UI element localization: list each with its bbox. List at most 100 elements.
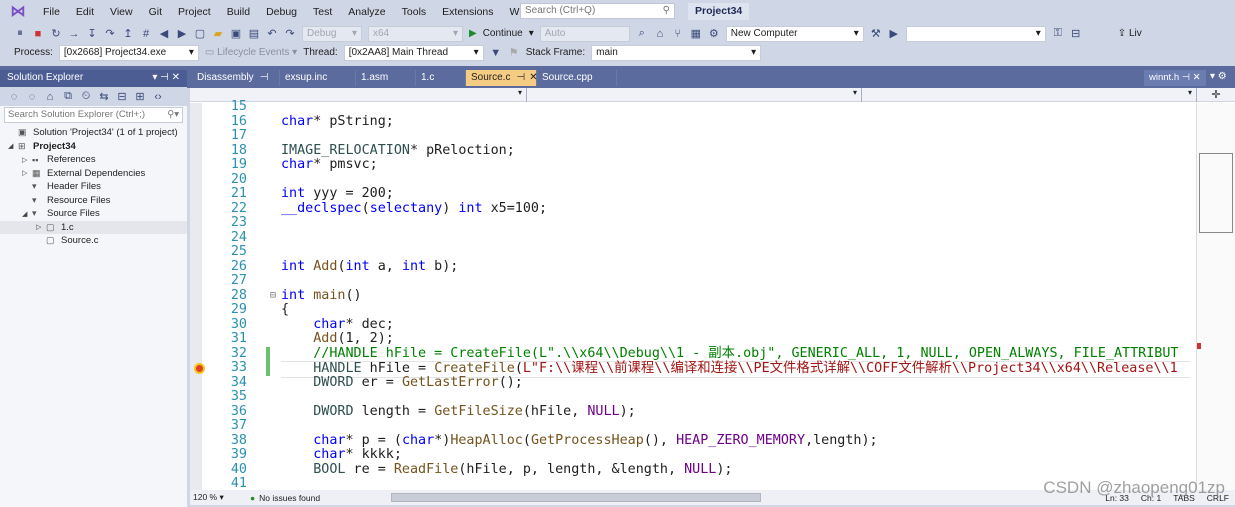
auto-dropdown[interactable]: Auto xyxy=(539,25,630,42)
pending-changes-icon[interactable]: ⏲ xyxy=(80,90,92,103)
menu-edit[interactable]: Edit xyxy=(68,6,102,18)
home-icon[interactable]: ⌂ xyxy=(654,28,666,40)
back-icon[interactable]: ◌ xyxy=(8,91,20,103)
process-dropdown[interactable]: [0x2668] Project34.exe ▾ xyxy=(58,44,199,61)
code-line[interactable]: char* kkkk; xyxy=(281,447,402,463)
scrollbar-map[interactable] xyxy=(1196,103,1235,490)
expander-icon[interactable]: ◢ xyxy=(22,210,32,218)
menu-git[interactable]: Git xyxy=(141,6,170,18)
stack-frame-dropdown[interactable]: main ▾ xyxy=(591,44,762,61)
expander-icon[interactable]: ◢ xyxy=(8,142,18,150)
code-editor[interactable]: ▾ ▾ ▾ ✛ 15 16 char* pString; 17 18 IMAGE_RELO… xyxy=(190,88,1235,490)
remote-icon[interactable]: ⚙ xyxy=(708,27,720,40)
show-next-statement-icon[interactable]: → xyxy=(68,28,80,40)
code-line[interactable]: int main() xyxy=(281,288,362,304)
tree-item[interactable]: ◢ ▾ Source Files xyxy=(0,207,187,221)
forward-icon[interactable]: ▶ xyxy=(176,27,188,40)
hex-icon[interactable]: # xyxy=(140,28,152,40)
menu-view[interactable]: View xyxy=(102,6,141,18)
expander-icon[interactable]: ▷ xyxy=(36,223,46,231)
save-icon[interactable]: ▣ xyxy=(230,27,242,40)
diagnostics-icon[interactable]: ▦ xyxy=(690,27,702,40)
platform-dropdown[interactable]: x64 ▾ xyxy=(368,25,463,42)
code-line[interactable]: IMAGE_RELOCATION* pReloction; xyxy=(281,143,515,159)
menu-analyze[interactable]: Analyze xyxy=(340,6,393,18)
tree-item[interactable]: ▷ ▪▪ References xyxy=(0,153,187,167)
configuration-dropdown[interactable]: Debug ▾ xyxy=(302,25,362,42)
tab-disassembly[interactable]: Disassembly ⊣ xyxy=(192,70,280,86)
menu-project[interactable]: Project xyxy=(170,6,219,18)
tab-winnt-h[interactable]: winnt.h ⊣ ✕ xyxy=(1144,70,1206,86)
undo-icon[interactable]: ↶ xyxy=(266,27,278,40)
fold-toggle-icon[interactable]: ⊟ xyxy=(270,289,276,304)
menu-debug[interactable]: Debug xyxy=(258,6,305,18)
git-changes-icon[interactable]: ⑂ xyxy=(672,28,684,40)
expander-icon[interactable]: ▷ xyxy=(22,156,32,164)
empty-dropdown[interactable]: ▾ xyxy=(905,25,1046,42)
tab-exsup-inc[interactable]: exsup.inc xyxy=(280,70,356,86)
expander-icon[interactable]: ▷ xyxy=(22,169,32,177)
redo-icon[interactable]: ↷ xyxy=(284,27,296,40)
code-line[interactable]: { xyxy=(281,302,289,318)
tab-overflow-icon[interactable]: ▾ ⚙ xyxy=(1210,71,1227,82)
tree-item[interactable]: ◢ ⊞ Project34 xyxy=(0,140,187,154)
preview-icon[interactable]: ‹› xyxy=(152,91,164,103)
live-share-button[interactable]: ⇪ Liv xyxy=(1118,28,1142,39)
collapse-all-icon[interactable]: ⊟ xyxy=(116,90,128,103)
tree-item[interactable]: ▷ ▦ External Dependencies xyxy=(0,167,187,181)
attach-icon[interactable]: ⚒ xyxy=(870,27,882,40)
open-folder-icon[interactable]: ▰ xyxy=(212,27,224,40)
tab-1-c[interactable]: 1.c xyxy=(416,70,466,86)
tree-item[interactable]: ▢ Source.c xyxy=(0,234,187,248)
code-line[interactable]: char* dec; xyxy=(281,317,394,333)
tree-item[interactable]: ▾ Resource Files xyxy=(0,194,187,208)
code-line[interactable]: BOOL re = ReadFile(hFile, p, length, &le… xyxy=(281,462,732,478)
continue-icon[interactable]: ▶ xyxy=(469,28,477,39)
solution-search-input[interactable]: Search Solution Explorer (Ctrl+;) ⚲▾ xyxy=(4,107,183,123)
menu-tools[interactable]: Tools xyxy=(394,6,435,18)
search-input[interactable]: Search (Ctrl+Q) ⚲ xyxy=(520,3,675,19)
menu-file[interactable]: File xyxy=(35,6,68,18)
panel-controls-icon[interactable]: ▾ ⊣ ✕ xyxy=(152,72,180,85)
pin-icon[interactable]: ⊣ xyxy=(516,72,525,83)
forward-icon[interactable]: ◌ xyxy=(26,91,38,103)
issues-status[interactable]: No issues found xyxy=(259,493,379,503)
step-out-icon[interactable]: ↥ xyxy=(122,27,134,40)
horizontal-scrollbar[interactable] xyxy=(391,493,762,502)
class-view-icon[interactable]: ⚿ xyxy=(1052,27,1064,40)
code-line[interactable]: char* p = (char*)HeapAlloc(GetProcessHea… xyxy=(281,433,877,449)
sync-icon[interactable]: ⇆ xyxy=(98,90,110,103)
tab-source-c[interactable]: Source.c ⊣ ✕ xyxy=(466,70,538,86)
code-line[interactable]: DWORD length = GetFileSize(hFile, NULL); xyxy=(281,404,636,420)
lifecycle-events-button[interactable]: ▭ Lifecycle Events ▾ xyxy=(205,47,297,58)
tab-source-cpp[interactable]: Source.cpp xyxy=(537,70,617,86)
breakpoint-current-statement-icon[interactable] xyxy=(194,363,205,374)
tree-item[interactable]: ▷ ▢ 1.c xyxy=(0,220,187,234)
code-line[interactable]: __declspec(selectany) int x5=100; xyxy=(281,201,547,217)
home-icon[interactable]: ⌂ xyxy=(44,91,56,103)
step-into-icon[interactable]: ↧ xyxy=(86,27,98,40)
code-area[interactable]: 15 16 char* pString; 17 18 IMAGE_RELOCATION* … xyxy=(190,100,1190,490)
switch-views-icon[interactable]: ⧉ xyxy=(62,90,74,103)
continue-button[interactable]: Continue xyxy=(483,28,523,39)
restart-icon[interactable]: ↻ xyxy=(50,27,62,40)
code-line[interactable]: DWORD er = GetLastError(); xyxy=(281,375,523,391)
save-all-icon[interactable]: ▤ xyxy=(248,27,260,40)
code-line[interactable]: int Add(int a, int b); xyxy=(281,259,458,275)
target-dropdown[interactable]: New Computer ▾ xyxy=(725,25,864,42)
zoom-dropdown[interactable]: 120 % ▾ xyxy=(190,492,240,503)
new-file-icon[interactable]: ▢ xyxy=(194,27,206,40)
pause-icon[interactable]: ⏸ xyxy=(14,27,26,40)
layout-icon[interactable]: ⊟ xyxy=(1070,27,1082,40)
code-line[interactable]: Add(1, 2); xyxy=(281,331,394,347)
filter-icon[interactable]: ▼ xyxy=(490,47,502,59)
run-icon[interactable]: ▶ xyxy=(888,27,900,40)
code-line[interactable]: char* pString; xyxy=(281,114,394,130)
menu-build[interactable]: Build xyxy=(219,6,258,18)
thread-dropdown[interactable]: [0x2AA8] Main Thread ▾ xyxy=(343,44,484,61)
tree-item[interactable]: ▣ Solution 'Project34' (1 of 1 project) xyxy=(0,126,187,140)
flag-icon[interactable]: ⚑ xyxy=(508,46,520,59)
tab-1-asm[interactable]: 1.asm xyxy=(356,70,416,86)
menu-test[interactable]: Test xyxy=(305,6,340,18)
menu-extensions[interactable]: Extensions xyxy=(434,6,501,18)
